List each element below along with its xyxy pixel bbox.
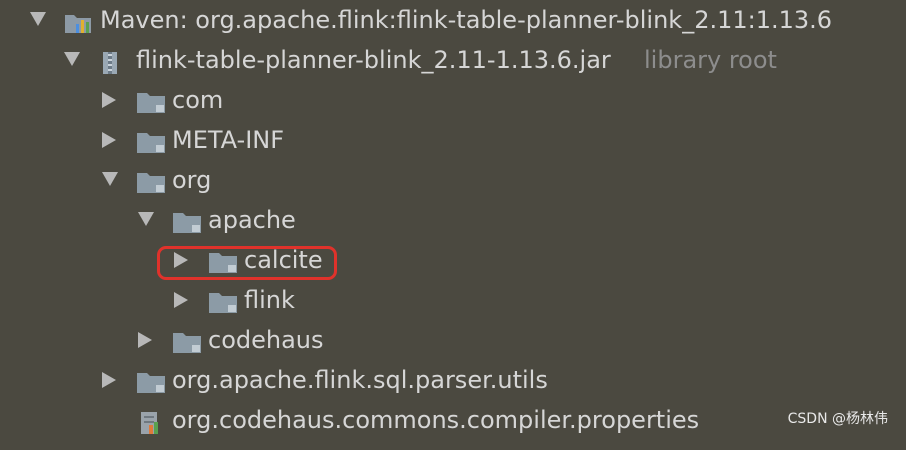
tree-node-maven-library[interactable]: Maven: org.apache.flink:flink-table-plan…	[0, 0, 906, 40]
tree-node-label: org.apache.flink.sql.parser.utils	[172, 366, 548, 394]
collapse-arrow-icon[interactable]	[102, 372, 116, 388]
tree-node-label: org.codehaus.commons.compiler.properties	[172, 406, 700, 434]
properties-file-icon	[136, 410, 166, 434]
tree-node-label: org	[172, 166, 212, 194]
tree-node-label: codehaus	[208, 326, 324, 354]
tree-node-meta-inf[interactable]: META-INF	[0, 120, 906, 160]
tree-node-codehaus[interactable]: codehaus	[0, 320, 906, 360]
tree-node-jar[interactable]: flink-table-planner-blink_2.11-1.13.6.ja…	[0, 40, 906, 80]
maven-library-icon	[64, 10, 94, 34]
tree-node-label: flink-table-planner-blink_2.11-1.13.6.ja…	[136, 46, 611, 74]
expand-arrow-icon[interactable]	[64, 52, 80, 66]
tree-node-label: apache	[208, 206, 296, 234]
expand-arrow-icon[interactable]	[30, 12, 46, 26]
tree-node-flink[interactable]: flink	[0, 280, 906, 320]
collapse-arrow-icon[interactable]	[138, 332, 152, 348]
package-folder-icon	[136, 170, 166, 194]
library-root-hint: library root	[644, 46, 777, 74]
package-folder-icon	[136, 130, 166, 154]
tree-node-calcite[interactable]: calcite	[0, 240, 906, 280]
tree-node-label: com	[172, 86, 224, 114]
package-folder-icon	[136, 90, 166, 114]
collapse-arrow-icon[interactable]	[174, 292, 188, 308]
expand-arrow-icon[interactable]	[138, 212, 154, 226]
package-folder-icon	[172, 210, 202, 234]
package-folder-icon	[136, 370, 166, 394]
tree-node-label: flink	[244, 286, 295, 314]
package-folder-icon	[208, 250, 238, 274]
package-folder-icon	[208, 290, 238, 314]
tree-node-apache[interactable]: apache	[0, 200, 906, 240]
tree-node-label: Maven: org.apache.flink:flink-table-plan…	[100, 6, 833, 34]
watermark: CSDN @杨林伟	[787, 411, 888, 427]
jar-archive-icon	[102, 50, 132, 74]
collapse-arrow-icon[interactable]	[174, 252, 188, 268]
package-folder-icon	[172, 330, 202, 354]
tree-node-com[interactable]: com	[0, 80, 906, 120]
tree-node-label: calcite	[244, 246, 323, 274]
tree-node-org[interactable]: org	[0, 160, 906, 200]
collapse-arrow-icon[interactable]	[102, 92, 116, 108]
tree-node-properties-file[interactable]: org.codehaus.commons.compiler.properties	[0, 400, 906, 440]
collapse-arrow-icon[interactable]	[102, 132, 116, 148]
tree-node-label: META-INF	[172, 126, 285, 154]
tree-node-sql-parser-utils[interactable]: org.apache.flink.sql.parser.utils	[0, 360, 906, 400]
expand-arrow-icon[interactable]	[102, 172, 118, 186]
